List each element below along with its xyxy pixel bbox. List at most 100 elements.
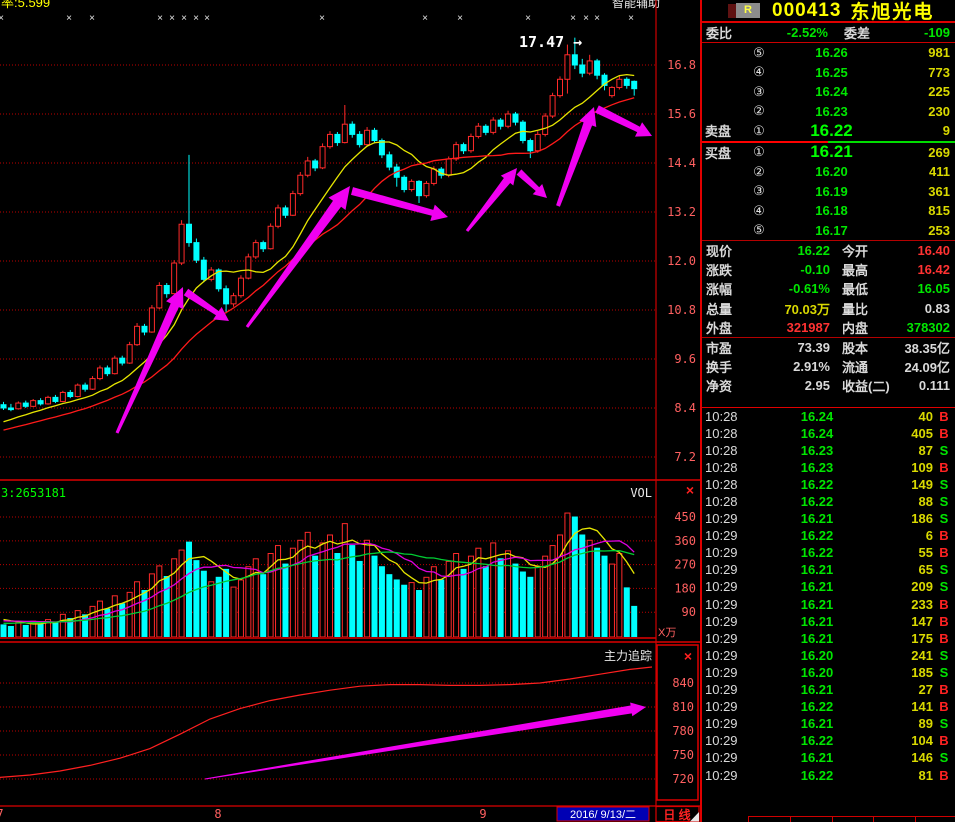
trade-row: 10:2816.24405B xyxy=(702,425,955,442)
svg-text:×: × xyxy=(193,13,199,24)
bottom-tab-2[interactable] xyxy=(790,816,834,822)
trade-time: 10:28 xyxy=(702,443,755,458)
info-label: 总量 xyxy=(702,299,752,318)
quote-info-grid: 现价16.22今开16.40涨跌-0.10最高16.42涨幅-0.61%最低16… xyxy=(702,241,955,337)
fundamental-value: 0.111 xyxy=(898,378,955,393)
fundamental-label: 换手 xyxy=(702,357,752,376)
ask-row[interactable]: ⑤16.26981 xyxy=(702,43,955,63)
trade-volume: 81 xyxy=(879,768,933,783)
level-number: ① xyxy=(747,123,771,139)
trade-row: 10:2816.2440B xyxy=(702,408,955,425)
info-value: 16.40 xyxy=(898,243,955,258)
ask-row[interactable]: ④16.25773 xyxy=(702,63,955,83)
trend-arrow xyxy=(205,703,646,780)
svg-text:3:2653181: 3:2653181 xyxy=(1,486,66,500)
svg-text:×: × xyxy=(457,13,463,24)
ask-row[interactable]: ③16.24225 xyxy=(702,82,955,102)
trade-flag: B xyxy=(933,597,955,612)
trade-flag: B xyxy=(933,733,955,748)
trade-row: 10:2816.2387S xyxy=(702,442,955,459)
bottom-tab-1[interactable] xyxy=(748,816,792,822)
bid-row[interactable]: ③16.19361 xyxy=(702,182,955,202)
kline-chart[interactable]: ××××××××××××××××率:5.599智能辅助17.47 →3:2653… xyxy=(0,0,700,822)
panel3-close-button[interactable]: × xyxy=(684,648,692,664)
bid-row[interactable]: ⑤16.17253 xyxy=(702,221,955,241)
trade-flag: B xyxy=(933,768,955,783)
bottom-tab-3[interactable] xyxy=(832,816,875,822)
svg-text:90: 90 xyxy=(682,605,696,619)
trade-price: 16.24 xyxy=(755,409,879,424)
ask-volume: 225 xyxy=(892,84,955,99)
info-label: 外盘 xyxy=(702,318,752,337)
bottom-tab-5[interactable] xyxy=(915,816,955,822)
svg-text:180: 180 xyxy=(674,581,696,595)
bid-price: 16.21 xyxy=(771,142,892,162)
level-number: ④ xyxy=(747,203,771,219)
trade-time: 10:29 xyxy=(702,631,755,646)
svg-text:×: × xyxy=(89,13,95,24)
bid-row[interactable]: ④16.18815 xyxy=(702,201,955,221)
level-number: ⑤ xyxy=(747,45,771,61)
fundamental-grid: 市盈73.39股本38.35亿换手2.91%流通24.09亿净资2.95收益(二… xyxy=(702,338,955,396)
bid-row[interactable]: 买盘①16.21269 xyxy=(702,143,955,163)
trade-time: 10:29 xyxy=(702,528,755,543)
svg-text:×: × xyxy=(0,13,4,24)
trade-row: 10:2816.22149S xyxy=(702,476,955,493)
svg-text:10.8: 10.8 xyxy=(667,303,696,317)
trade-time: 10:29 xyxy=(702,733,755,748)
svg-text:×: × xyxy=(594,13,600,24)
trade-time: 10:29 xyxy=(702,597,755,612)
trade-time: 10:29 xyxy=(702,648,755,663)
bottom-tab-4[interactable] xyxy=(873,816,917,822)
svg-text:450: 450 xyxy=(674,510,696,524)
trade-time: 10:29 xyxy=(702,562,755,577)
trade-time: 10:28 xyxy=(702,477,755,492)
svg-text:15.6: 15.6 xyxy=(667,107,696,121)
svg-text:智能辅助: 智能辅助 xyxy=(612,0,660,10)
trade-price: 16.21 xyxy=(755,597,879,612)
level-number: ① xyxy=(747,144,771,160)
trade-price: 16.20 xyxy=(755,648,879,663)
trade-volume: 241 xyxy=(879,648,933,663)
ask-row[interactable]: 卖盘①16.229 xyxy=(702,121,955,141)
trade-time: 10:29 xyxy=(702,665,755,680)
info-row: 外盘321987内盘378302 xyxy=(702,318,955,337)
trade-time: 10:29 xyxy=(702,614,755,629)
tick-trade-list[interactable]: 10:2816.2440B10:2816.24405B10:2816.2387S… xyxy=(702,408,955,784)
trade-volume: 185 xyxy=(879,665,933,680)
weicha-value: -109 xyxy=(898,25,955,40)
trade-row: 10:2916.226B xyxy=(702,527,955,544)
ask-price: 16.25 xyxy=(771,65,892,80)
svg-text:13.2: 13.2 xyxy=(667,205,696,219)
trade-price: 16.23 xyxy=(755,460,879,475)
bid-price: 16.18 xyxy=(771,203,892,218)
svg-text:×: × xyxy=(628,13,634,24)
trade-price: 16.21 xyxy=(755,682,879,697)
svg-text:14.4: 14.4 xyxy=(667,156,696,170)
trend-arrow xyxy=(466,168,517,232)
bid-price: 16.20 xyxy=(771,164,892,179)
trade-volume: 40 xyxy=(879,409,933,424)
bid-row[interactable]: ②16.20411 xyxy=(702,162,955,182)
svg-text:VOL: VOL xyxy=(630,486,652,500)
trade-row: 10:2916.21233B xyxy=(702,596,955,613)
fundamental-value: 73.39 xyxy=(752,340,830,355)
quote-panel: R 000413 东旭光电 委比 -2.52% 委差 -109 ⑤16.2698… xyxy=(700,0,955,822)
trade-volume: 6 xyxy=(879,528,933,543)
trade-row: 10:2816.2288S xyxy=(702,493,955,510)
volume-close-button[interactable]: × xyxy=(686,482,694,498)
trade-time: 10:29 xyxy=(702,699,755,714)
trade-volume: 146 xyxy=(879,750,933,765)
ask-price: 16.23 xyxy=(771,104,892,119)
margin-badge: R xyxy=(736,3,760,18)
level-number: ② xyxy=(747,164,771,180)
trade-time: 10:29 xyxy=(702,682,755,697)
svg-text:X万: X万 xyxy=(658,627,676,639)
trade-volume: 149 xyxy=(879,477,933,492)
bid-volume: 361 xyxy=(892,184,955,199)
ask-row[interactable]: ②16.23230 xyxy=(702,102,955,122)
svg-text:8: 8 xyxy=(214,807,221,821)
trade-price: 16.22 xyxy=(755,733,879,748)
trade-row: 10:2916.2127B xyxy=(702,681,955,698)
bid-price: 16.17 xyxy=(771,223,892,238)
